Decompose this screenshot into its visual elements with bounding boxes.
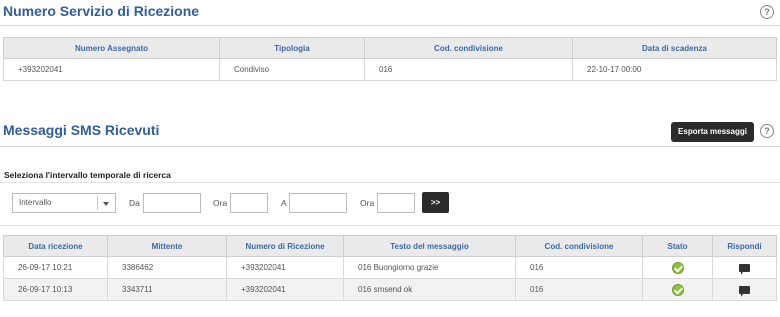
- select-separator: [97, 196, 98, 210]
- to-date-input[interactable]: [289, 193, 347, 213]
- check-icon: [671, 261, 684, 274]
- sms-table: Data ricezione Mittente Numero di Ricezi…: [3, 235, 777, 301]
- reply-cell[interactable]: [712, 278, 777, 301]
- from-date-input[interactable]: [143, 193, 201, 213]
- sms-section-title: Messaggi SMS Ricevuti: [3, 122, 160, 138]
- interval-select[interactable]: Intervallo: [12, 193, 116, 213]
- share-code: 016: [515, 278, 643, 301]
- chevron-down-icon: [103, 202, 109, 206]
- column-header: Stato: [642, 235, 713, 257]
- table-row[interactable]: 26-09-17 10:13 3343711 +393202041 016 sm…: [3, 278, 777, 301]
- share-code: 016: [364, 58, 573, 81]
- column-header: Mittente: [107, 235, 227, 257]
- divider: [0, 25, 780, 26]
- column-header: Numero Assegnato: [3, 37, 220, 59]
- export-messages-button[interactable]: Esporta messaggi: [671, 122, 754, 142]
- status-cell: [642, 278, 713, 301]
- message-text: 016 Buongiorno grazie: [343, 256, 516, 279]
- column-header: Data ricezione: [3, 235, 108, 257]
- to-date-label: A: [281, 198, 287, 208]
- column-header: Tipologia: [219, 37, 365, 59]
- from-date-label: Da: [129, 198, 140, 208]
- chat-icon[interactable]: [739, 263, 750, 275]
- chat-icon[interactable]: [739, 285, 750, 297]
- expiry-date: 22-10-17 00:00: [572, 58, 777, 81]
- service-table: Numero Assegnato Tipologia Cod. condivis…: [3, 37, 777, 81]
- to-time-label: Ora: [360, 198, 375, 208]
- assigned-number: +393202041: [3, 58, 220, 81]
- sender: 3386462: [107, 256, 227, 279]
- received-date: 26-09-17 10:21: [3, 256, 108, 279]
- column-header: Testo del messaggio: [343, 235, 516, 257]
- to-time-input[interactable]: [377, 193, 415, 213]
- from-time-input[interactable]: [230, 193, 268, 213]
- table-row: +393202041 Condiviso 016 22-10-17 00:00: [3, 58, 777, 81]
- reply-cell[interactable]: [712, 256, 777, 279]
- interval-select-value: Intervallo: [19, 198, 52, 207]
- help-icon[interactable]: ?: [760, 124, 774, 138]
- table-row[interactable]: 26-09-17 10:21 3386462 +393202041 016 Bu…: [3, 256, 777, 279]
- check-icon: [671, 283, 684, 296]
- column-header: Numero di Ricezione: [226, 235, 344, 257]
- search-submit-button[interactable]: >>: [422, 192, 449, 213]
- receiving-number: +393202041: [226, 256, 344, 279]
- divider: [0, 146, 780, 147]
- divider: [0, 225, 780, 226]
- column-header: Rispondi: [712, 235, 777, 257]
- column-header: Data di scadenza: [572, 37, 777, 59]
- column-header: Cod. condivisione: [515, 235, 643, 257]
- help-icon[interactable]: ?: [760, 5, 774, 19]
- received-date: 26-09-17 10:13: [3, 278, 108, 301]
- filter-title: Seleziona l'intervallo temporale di rice…: [4, 170, 171, 180]
- message-text: 016 smsend ok: [343, 278, 516, 301]
- receiving-number: +393202041: [226, 278, 344, 301]
- service-section-title: Numero Servizio di Ricezione: [3, 3, 200, 19]
- table-header-row: Numero Assegnato Tipologia Cod. condivis…: [3, 37, 777, 59]
- type: Condiviso: [219, 58, 365, 81]
- table-header-row: Data ricezione Mittente Numero di Ricezi…: [3, 235, 777, 257]
- status-cell: [642, 256, 713, 279]
- column-header: Cod. condivisione: [364, 37, 573, 59]
- from-time-label: Ora: [213, 198, 228, 208]
- share-code: 016: [515, 256, 643, 279]
- sender: 3343711: [107, 278, 227, 301]
- divider: [0, 182, 780, 183]
